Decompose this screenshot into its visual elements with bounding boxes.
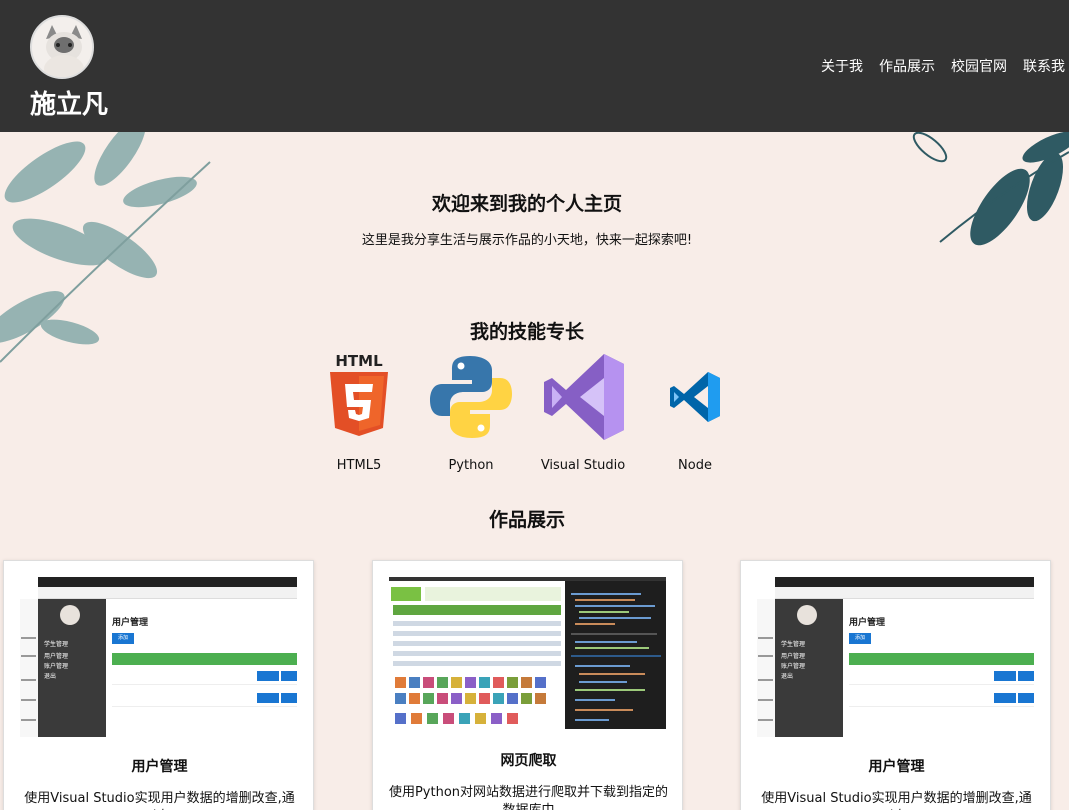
nav-about[interactable]: 关于我 xyxy=(821,56,863,76)
nav-campus[interactable]: 校园官网 xyxy=(951,56,1007,76)
work-card-title: 用户管理 xyxy=(868,759,925,775)
skill-label: HTML5 xyxy=(336,458,382,473)
work-screenshot xyxy=(389,577,666,737)
skill-label: Visual Studio xyxy=(540,458,626,473)
screenshot-webpage xyxy=(389,577,565,729)
html5-icon: HTML xyxy=(330,352,388,436)
welcome-subtitle: 这里是我分享生活与展示作品的小天地，快来一起探索吧! xyxy=(361,233,693,248)
screenshot-devtools xyxy=(565,577,666,729)
screenshot-main: 用户管理 添加 xyxy=(110,599,297,737)
skill-python: Python xyxy=(416,352,526,473)
nav-works[interactable]: 作品展示 xyxy=(879,56,935,76)
skill-html5: HTML HTML5 xyxy=(304,352,414,473)
work-card-web-scraping[interactable]: 网页爬取 使用Python对网站数据进行爬取并下载到指定的数据库中 xyxy=(372,560,683,810)
screenshot-left-panel xyxy=(20,599,38,737)
screenshot-main: 用户管理 添加 xyxy=(847,599,1034,737)
avatar xyxy=(30,15,94,79)
work-screenshot: 学生管理 用户管理 账户管理 退出 用户管理 添加 xyxy=(757,577,1034,737)
python-icon xyxy=(430,356,512,438)
work-card-desc: 使用Python对网站数据进行爬取并下载到指定的数据库中 xyxy=(388,785,669,810)
vscode-icon xyxy=(670,372,720,422)
work-card-desc: 使用Visual Studio实现用户数据的增删改查,通过 xyxy=(24,791,295,810)
screenshot-left-panel xyxy=(757,599,775,737)
svg-text:HTML: HTML xyxy=(335,352,383,370)
site-header: 施立凡 关于我 作品展示 校园官网 联系我 xyxy=(0,0,1069,132)
skill-visual-studio: Visual Studio xyxy=(528,352,638,473)
screenshot-sidebar: 学生管理 用户管理 账户管理 退出 xyxy=(38,599,106,737)
work-screenshot: 学生管理 用户管理 账户管理 退出 用户管理 添加 xyxy=(20,577,297,737)
screenshot-sidebar: 学生管理 用户管理 账户管理 退出 xyxy=(775,599,843,737)
welcome-title: 欢迎来到我的个人主页 xyxy=(431,193,622,215)
work-card-user-management-2[interactable]: 学生管理 用户管理 账户管理 退出 用户管理 添加 用户管理 使用Visual … xyxy=(740,560,1051,810)
works-title: 作品展示 xyxy=(488,509,565,531)
work-card-user-management[interactable]: 学生管理 用户管理 账户管理 退出 用户管理 添加 用户管理 使用Visual … xyxy=(3,560,314,810)
skill-label: Node xyxy=(678,458,712,473)
work-card-title: 用户管理 xyxy=(131,759,188,775)
nav-contact[interactable]: 联系我 xyxy=(1023,56,1065,76)
cat-avatar-icon xyxy=(32,17,92,77)
site-name: 施立凡 xyxy=(30,90,109,120)
main-nav: 关于我 作品展示 校园官网 联系我 xyxy=(821,56,1065,76)
skill-node: Node xyxy=(640,352,750,473)
skill-label: Python xyxy=(448,458,494,473)
visual-studio-icon xyxy=(544,354,624,440)
work-card-desc: 使用Visual Studio实现用户数据的增删改查,通过 xyxy=(761,791,1032,810)
skills-title: 我的技能专长 xyxy=(469,321,584,343)
work-card-title: 网页爬取 xyxy=(500,753,557,769)
